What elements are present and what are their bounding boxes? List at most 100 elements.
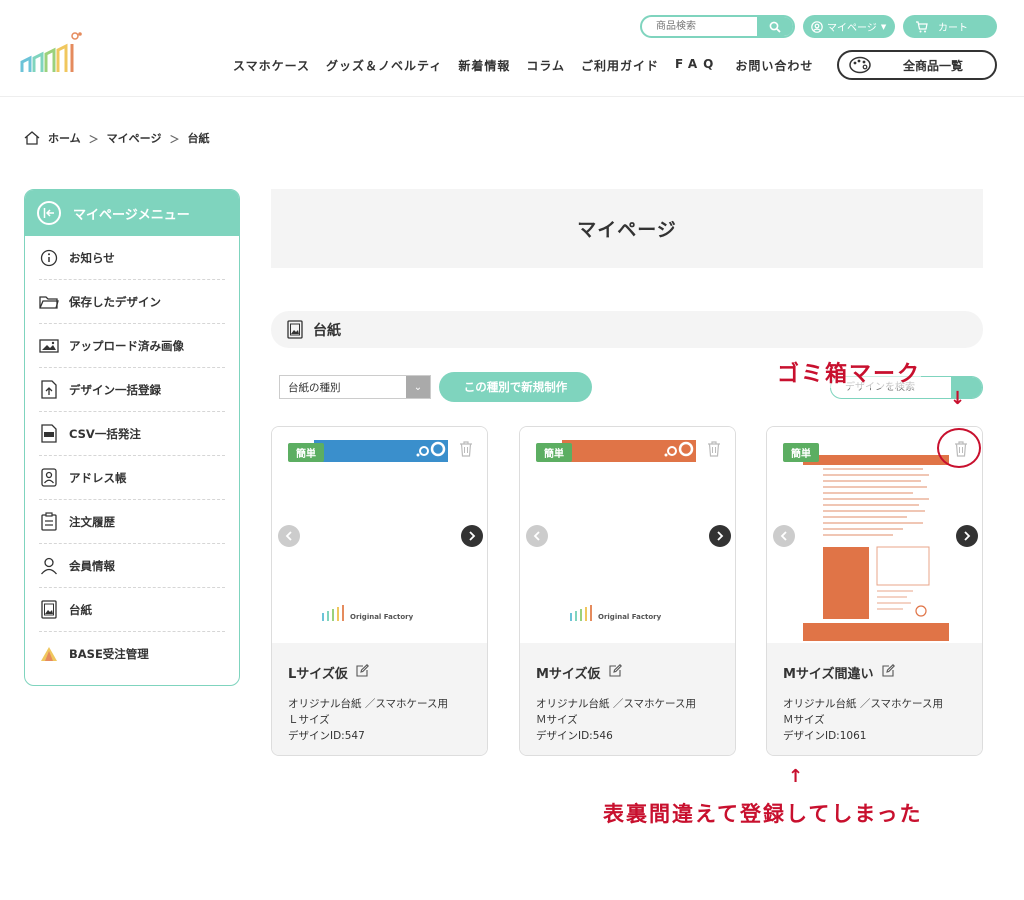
create-new-button[interactable]: この種別で新規制作: [439, 372, 592, 402]
sidebar-item-order-history[interactable]: 注文履歴: [39, 500, 225, 544]
sidebar-item-bulk-design[interactable]: デザイン一括登録: [39, 368, 225, 412]
sidebar-title: マイページメニュー: [73, 207, 190, 223]
trash-icon[interactable]: [954, 441, 968, 460]
edit-icon[interactable]: [881, 664, 895, 681]
sidebar-item-address-book[interactable]: アドレス帳: [39, 456, 225, 500]
prev-arrow[interactable]: [526, 525, 548, 547]
sidebar-item-member-info[interactable]: 会員情報: [39, 544, 225, 588]
design-description: オリジナル台紙 ／スマホケース用 Ｍサイズ デザインID:1061: [783, 696, 966, 744]
page-title: マイページ: [271, 189, 983, 268]
sidebar-header[interactable]: マイページメニュー: [25, 190, 239, 236]
design-name-text: Lサイズ仮: [288, 667, 348, 682]
chevron-right-icon: ＞: [88, 134, 99, 146]
mount-type-select[interactable]: 台紙の種別 ⌄: [279, 375, 431, 399]
next-arrow[interactable]: [461, 525, 483, 547]
prev-arrow[interactable]: [278, 525, 300, 547]
trash-icon[interactable]: [459, 441, 473, 460]
sidebar-item-uploaded-images[interactable]: アップロード済み画像: [39, 324, 225, 368]
breadcrumb-home[interactable]: ホーム: [48, 130, 81, 146]
sidebar-item-label: アップロード済み画像: [69, 338, 184, 353]
info-icon: [39, 248, 59, 268]
user-circle-icon: [811, 20, 823, 33]
sidebar-item-label: お知らせ: [69, 250, 115, 265]
design-type: オリジナル台紙 ／スマホケース用: [288, 698, 448, 710]
sidebar-item-saved-designs[interactable]: 保存したデザイン: [39, 280, 225, 324]
original-factory-logo: Original Factory: [570, 605, 661, 621]
edit-icon[interactable]: [608, 664, 622, 681]
design-id: デザインID:546: [536, 730, 613, 742]
down-arrow-icon: ↓: [950, 388, 966, 409]
sidebar-item-label: 注文履歴: [69, 514, 115, 529]
next-arrow[interactable]: [956, 525, 978, 547]
breadcrumb-mypage[interactable]: マイページ: [107, 130, 162, 146]
logo-text: Original Factory: [598, 613, 662, 621]
mount-type-value: 台紙の種別: [288, 381, 341, 394]
breadcrumb-current: 台紙: [187, 132, 210, 145]
nav-faq[interactable]: FAQ: [675, 57, 719, 74]
next-arrow[interactable]: [709, 525, 731, 547]
design-name: Lサイズ仮: [288, 663, 471, 682]
nav-news[interactable]: 新着情報: [458, 57, 510, 74]
nav-goods-novelty[interactable]: グッズ＆ノベルティ: [326, 57, 442, 74]
nav-column[interactable]: コラム: [526, 57, 565, 74]
design-preview[interactable]: 簡単 Original Factory: [520, 427, 735, 643]
mypage-menu-button[interactable]: マイページ ▼: [803, 15, 895, 38]
original-factory-logo: Original Factory: [322, 605, 413, 621]
design-name: Mサイズ仮: [536, 663, 719, 682]
design-name: Mサイズ間違い: [783, 663, 966, 682]
all-items-button[interactable]: 全商品一覧: [837, 50, 997, 80]
design-size: Ｌサイズ: [288, 714, 330, 726]
sidebar-item-label: BASE受注管理: [69, 647, 149, 661]
easy-badge: 簡単: [288, 443, 324, 462]
chevron-down-icon: ▼: [880, 22, 887, 31]
nav-smartphone-cases[interactable]: スマホケース: [233, 57, 310, 74]
trash-icon[interactable]: [707, 441, 721, 460]
up-arrow-icon: ↑: [788, 766, 804, 787]
product-search[interactable]: [640, 15, 795, 38]
design-description: オリジナル台紙 ／スマホケース用 Ｍサイズ デザインID:546: [536, 696, 719, 744]
design-info: Mサイズ間違い オリジナル台紙 ／スマホケース用 Ｍサイズ デザインID:106…: [767, 643, 982, 755]
all-items-label: 全商品一覧: [903, 58, 964, 73]
design-size: Ｍサイズ: [783, 714, 825, 726]
nav-guide[interactable]: ご利用ガイド: [581, 57, 659, 74]
cart-icon: [916, 20, 928, 32]
address-book-icon: [39, 468, 59, 488]
search-button[interactable]: [757, 17, 793, 36]
cart-label: カート: [938, 23, 968, 34]
design-card[interactable]: 簡単 Mサイズ間違い オリジナル台紙 ／スマホケース用 Ｍサイズ デザインID:…: [766, 426, 983, 756]
orange-banner: [562, 440, 696, 462]
sidebar-item-news[interactable]: お知らせ: [39, 236, 225, 280]
blue-banner: [314, 440, 448, 462]
design-name-text: Mサイズ仮: [536, 667, 601, 682]
design-card[interactable]: 簡単 Original Factory Mサイズ仮 オリジナル台紙 ／スマホケー…: [519, 426, 736, 756]
chevron-right-icon: ＞: [169, 134, 180, 146]
design-id: デザインID:547: [288, 730, 365, 742]
sidebar-item-label: アドレス帳: [69, 470, 127, 485]
chevron-down-icon[interactable]: ⌄: [406, 376, 430, 398]
prev-arrow[interactable]: [773, 525, 795, 547]
collapse-icon[interactable]: [37, 201, 61, 225]
design-name-text: Mサイズ間違い: [783, 667, 874, 682]
design-card[interactable]: 簡単 Original Factory Lサイズ仮 オリジナル台紙 ／スマホケー…: [271, 426, 488, 756]
design-size: Ｍサイズ: [536, 714, 578, 726]
easy-badge: 簡単: [536, 443, 572, 462]
sidebar-item-csv-order[interactable]: CSV一括発注: [39, 412, 225, 456]
sidebar-item-base-orders[interactable]: BASE受注管理: [39, 632, 225, 676]
easy-badge: 簡単: [783, 443, 819, 462]
site-header: マイページ ▼ カート スマホケース グッズ＆ノベルティ 新着情報 コラム ご利…: [0, 0, 1024, 97]
cart-button[interactable]: カート: [903, 15, 997, 38]
product-search-input[interactable]: [642, 17, 757, 36]
design-description: オリジナル台紙 ／スマホケース用 Ｌサイズ デザインID:547: [288, 696, 471, 744]
sidebar-item-label: 会員情報: [69, 558, 115, 573]
main-nav: スマホケース グッズ＆ノベルティ 新着情報 コラム ご利用ガイド FAQ お問い…: [233, 57, 829, 74]
edit-icon[interactable]: [356, 664, 369, 681]
home-icon: [24, 131, 40, 145]
sidebar-item-mount[interactable]: 台紙: [39, 588, 225, 632]
base-icon: [39, 644, 59, 664]
sidebar-item-label: CSV一括発注: [69, 426, 141, 441]
site-logo[interactable]: [20, 30, 84, 78]
design-preview[interactable]: 簡単 Original Factory: [272, 427, 487, 643]
nav-contact[interactable]: お問い合わせ: [735, 57, 813, 74]
image-icon: [39, 336, 59, 356]
csv-icon: [39, 424, 59, 444]
